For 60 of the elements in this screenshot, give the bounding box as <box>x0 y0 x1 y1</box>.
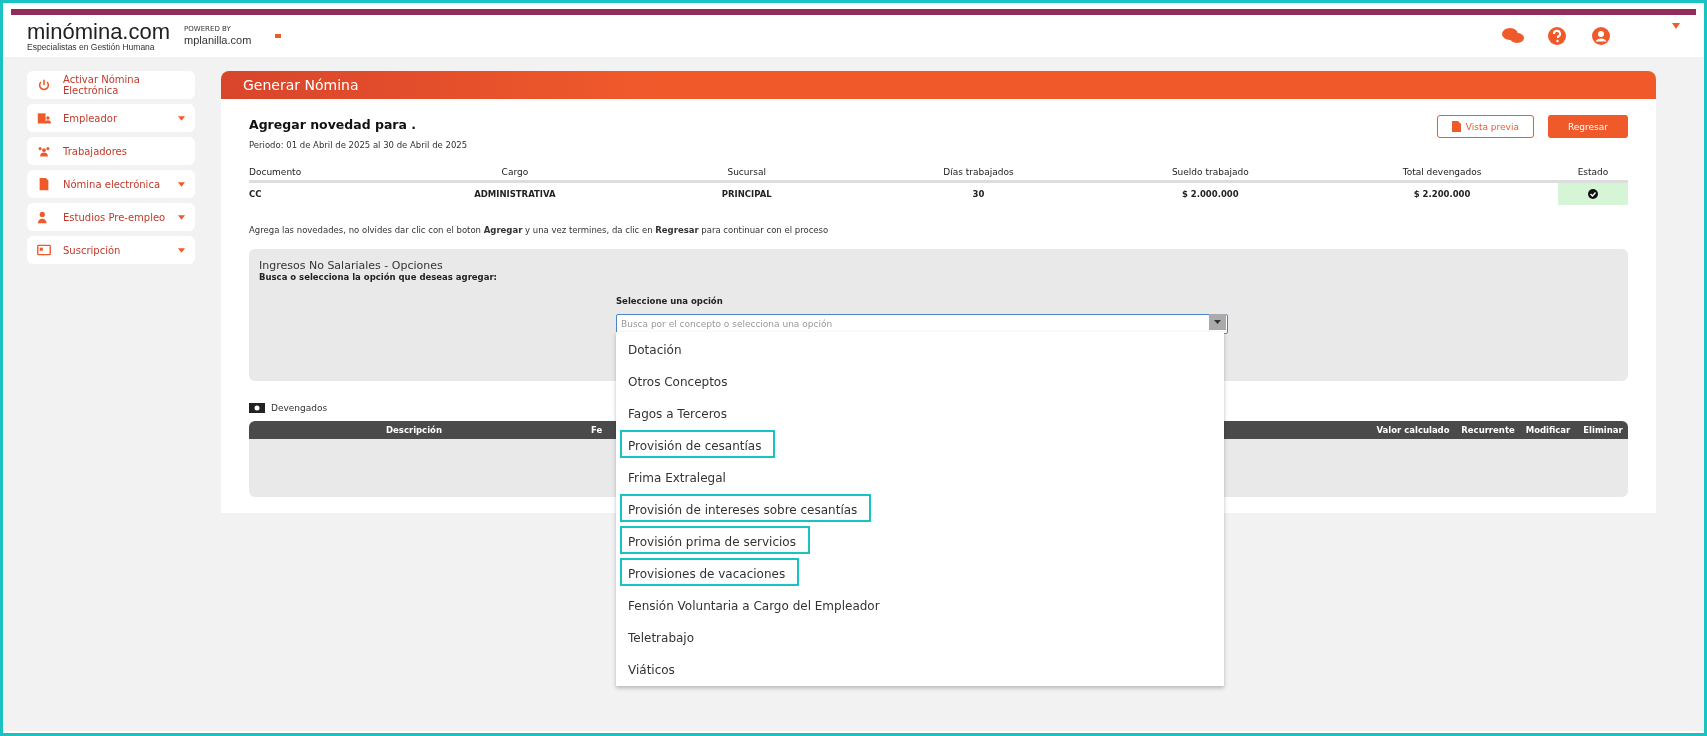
column-header: Valor calculado <box>1375 425 1451 435</box>
document-icon <box>37 177 51 191</box>
partner-logo-text: mplanilla.com <box>184 33 252 46</box>
column-header: Sucursal <box>630 164 863 183</box>
dropdown-option[interactable]: Provisión de intereses sobre cesantías <box>620 494 872 522</box>
dropdown-option[interactable]: Dotación <box>620 334 690 362</box>
options-subtitle: Busca o selecciona la opción que deseas agregar: <box>259 272 498 282</box>
id-card-icon <box>37 243 51 257</box>
options-title: Ingresos No Salariales - Opciones <box>259 259 444 272</box>
column-header: Modificar <box>1524 425 1572 435</box>
column-header: Descripción <box>385 425 443 435</box>
sidebar-item[interactable]: Activar Nómina Electrónica <box>27 71 195 99</box>
table-cell-text: CC <box>249 188 263 201</box>
column-header: Eliminar <box>1582 425 1624 435</box>
logo-text: minómina.com <box>27 20 171 43</box>
table-cell-text: $ 2.200.000 <box>1412 188 1472 201</box>
section-heading: Agregar novedad para . <box>249 117 418 132</box>
sidebar-item[interactable]: Suscripción <box>27 236 195 264</box>
table-cell-text: ADMINISTRATIVA <box>473 188 557 201</box>
chat-icon[interactable] <box>1502 26 1524 46</box>
caret-icon <box>1214 320 1221 324</box>
sidebar-item[interactable]: Nómina electrónica <box>27 170 195 198</box>
dropdown-option[interactable]: Provisiones de vacaciones <box>620 558 800 586</box>
select-label: Seleccione una opción <box>616 296 724 306</box>
table-cell-text: PRINCIPAL <box>720 188 773 201</box>
caret-icon[interactable] <box>1672 23 1680 29</box>
dropdown-option[interactable]: Provisión de cesantías <box>620 430 776 458</box>
dropdown-option[interactable]: Fagos a Terceros <box>620 398 735 426</box>
period-text: Periodo: 01 de Abril de 2025 al 30 de Abril de 2025 <box>249 140 468 150</box>
column-header: Fe <box>591 425 603 435</box>
user-icon[interactable] <box>1590 26 1612 46</box>
dropdown-option[interactable]: Teletrabajo <box>620 622 703 650</box>
sidebar-item[interactable]: Empleador <box>27 104 195 132</box>
power-icon <box>37 78 51 92</box>
column-header: Documento <box>249 164 399 183</box>
column-header: Días trabajados <box>862 164 1095 183</box>
instructions-text: Agrega las novedades, no olvides dar clic con el boton Agregar y una vez termines, da clic en Regresar para continuar con el proceso <box>249 225 830 235</box>
pdf-icon <box>1451 121 1461 132</box>
table-cell-text: $ 2.000.000 <box>1180 188 1240 201</box>
people-icon <box>37 144 51 158</box>
dropdown-option[interactable]: Viáticos <box>620 654 683 682</box>
dropdown-option[interactable]: Frima Extralegal <box>620 462 734 490</box>
table-cell-text: 30 <box>971 188 986 201</box>
building-icon <box>37 111 51 125</box>
column-header: Total devengados <box>1326 164 1558 183</box>
panel-title: Generar Nómina <box>221 71 1656 99</box>
preview-button[interactable]: Vista previa <box>1436 115 1534 138</box>
column-header: Cargo <box>399 164 631 183</box>
help-icon[interactable] <box>1546 26 1568 46</box>
column-header: Recurrente <box>1460 425 1516 435</box>
flag-icon <box>275 34 282 38</box>
money-icon <box>249 403 265 413</box>
logo-tagline: Especialistas en Gestión Humana <box>27 42 156 52</box>
sidebar-item[interactable]: Estudios Pre-empleo <box>27 203 195 231</box>
devengados-label: Devengados <box>271 403 328 413</box>
dropdown-option[interactable]: Fensión Voluntaria a Cargo del Empleador <box>620 590 888 618</box>
column-header: Sueldo trabajado <box>1094 164 1327 183</box>
dropdown-option[interactable]: Provisión prima de servicios <box>620 526 810 554</box>
dropdown-option[interactable]: Otros Conceptos <box>620 366 736 394</box>
sidebar-item[interactable]: Trabajadores <box>27 137 195 165</box>
